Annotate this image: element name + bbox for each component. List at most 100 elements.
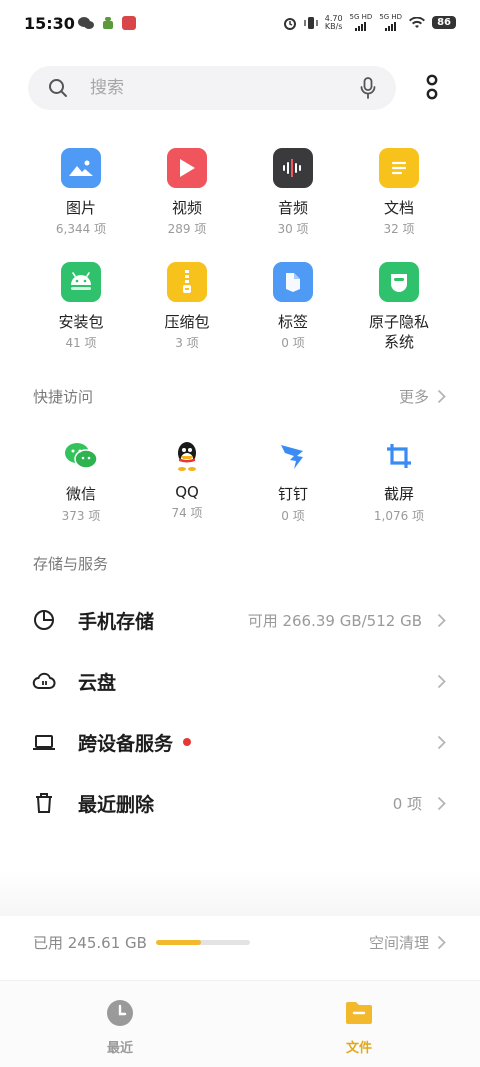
category-count: 0 项: [281, 336, 305, 350]
tab-label: 最近: [106, 1041, 133, 1056]
category-label: 图片: [65, 199, 96, 217]
status-time: 15:30: [24, 14, 75, 33]
audio-icon: [273, 148, 313, 188]
quick-item-dingtalk[interactable]: 钉钉 0 项: [240, 438, 346, 524]
category-count: 289 项: [167, 222, 207, 236]
quick-item-count: 1,076 项: [373, 509, 425, 523]
sim2-signal: 5G HD: [379, 14, 402, 31]
notification-dot: [183, 738, 192, 746]
category-count: 30 项: [277, 222, 309, 236]
category-count: 6,344 项: [55, 222, 107, 236]
tab-label: 文件: [345, 1041, 372, 1056]
crop-icon: [381, 438, 417, 474]
row-label: 跨设备服务: [78, 729, 192, 756]
archive-icon: [167, 262, 207, 302]
privacy-icon: [379, 262, 419, 302]
document-icon: [379, 148, 419, 188]
quick-item-label: 微信: [65, 485, 96, 503]
quick-access-title: 快捷访问: [33, 388, 94, 406]
sim1-signal: 5G HD: [350, 14, 372, 31]
android-notification-icon: [103, 17, 113, 29]
alarm-icon: [283, 17, 296, 30]
category-label: 安装包: [58, 313, 104, 331]
recently-deleted-row[interactable]: 最近删除 0 项: [0, 776, 480, 830]
search-icon: [49, 79, 67, 97]
wechat-notification-icon: [78, 17, 94, 29]
row-value: 0 项: [392, 794, 422, 813]
pie-chart-icon: [34, 610, 54, 630]
wifi-icon: [409, 16, 426, 28]
chevron-right-icon: [437, 674, 446, 688]
category-privacy[interactable]: 原子隐私 系统: [346, 260, 452, 360]
category-images[interactable]: 图片 6,344 项: [28, 146, 134, 246]
category-apks[interactable]: 安装包 41 项: [28, 260, 134, 360]
quick-item-label: 钉钉: [277, 485, 308, 503]
category-label: 压缩包: [164, 313, 210, 331]
search-input[interactable]: [90, 76, 340, 100]
app-notification-icon: [122, 16, 136, 30]
tab-files[interactable]: 文件: [319, 999, 399, 1056]
folder-icon: [346, 1002, 372, 1024]
battery-level: 86: [432, 16, 456, 29]
android-icon: [61, 262, 101, 302]
category-archives[interactable]: 压缩包 3 项: [134, 260, 240, 360]
image-icon: [61, 148, 101, 188]
clock-icon: [107, 1000, 133, 1026]
category-label: 标签: [277, 313, 308, 331]
quick-item-label: QQ: [175, 483, 199, 501]
wechat-icon: [63, 438, 99, 474]
video-icon: [167, 148, 207, 188]
row-label: 手机存储: [78, 610, 155, 633]
quick-item-qq[interactable]: QQ 74 项: [134, 438, 240, 524]
chevron-right-icon: [437, 796, 446, 810]
notification-icons: [78, 16, 136, 30]
category-label: 文档: [383, 199, 414, 217]
divider-band: [0, 870, 480, 916]
category-audio[interactable]: 音频 30 项: [240, 146, 346, 246]
category-documents[interactable]: 文档 32 项: [346, 146, 452, 246]
chevron-right-icon: [437, 935, 446, 950]
chevron-right-icon: [437, 613, 446, 627]
row-label: 最近删除: [78, 793, 155, 816]
cloud-drive-row[interactable]: 云盘: [0, 654, 480, 708]
storage-section-title: 存储与服务: [33, 555, 109, 573]
category-grid: 图片 6,344 项 视频 289 项 音频 30 项 文档 32 项 安装包 …: [28, 146, 452, 360]
dingtalk-icon: [275, 438, 311, 474]
category-count: 32 项: [383, 222, 415, 236]
trash-icon: [36, 793, 52, 813]
cross-device-row[interactable]: 跨设备服务: [0, 715, 480, 769]
quick-access-more-button[interactable]: 更多: [399, 386, 446, 407]
quick-item-label: 截屏: [383, 485, 414, 503]
quick-item-screenshots[interactable]: 截屏 1,076 项: [346, 438, 452, 524]
more-options-icon[interactable]: [424, 72, 440, 102]
cloud-icon: [32, 672, 56, 689]
category-label: 原子隐私 系统: [368, 313, 429, 351]
quick-item-count: 373 项: [61, 509, 101, 523]
microphone-icon[interactable]: [360, 77, 376, 99]
status-bar: 15:30 4.70 KB/s 5G HD 5G HD 86: [0, 0, 480, 52]
network-speed: 4.70 KB/s: [324, 13, 343, 31]
category-tags[interactable]: 标签 0 项: [240, 260, 346, 360]
quick-item-wechat[interactable]: 微信 373 项: [28, 438, 134, 524]
row-value: 可用 266.39 GB/512 GB: [247, 611, 422, 630]
usage-progress-fill: [156, 940, 202, 945]
usage-progress-bar: [156, 940, 250, 945]
bottom-tab-bar: 最近 文件: [0, 980, 480, 1067]
chevron-right-icon: [437, 389, 446, 404]
tab-recent[interactable]: 最近: [80, 999, 160, 1056]
quick-item-count: 0 项: [281, 509, 305, 523]
phone-storage-row[interactable]: 手机存储 可用 266.39 GB/512 GB: [0, 593, 480, 647]
category-videos[interactable]: 视频 289 项: [134, 146, 240, 246]
qq-icon: [169, 438, 205, 474]
tag-icon: [273, 262, 313, 302]
chevron-right-icon: [437, 735, 446, 749]
quick-access-list: 微信 373 项 QQ 74 项 钉钉 0 项 截屏 1,076 项: [28, 438, 452, 524]
category-label: 视频: [171, 199, 202, 217]
category-count: 3 项: [175, 336, 199, 350]
used-storage-text: 已用 245.61 GB: [33, 934, 147, 952]
category-count: 41 项: [65, 336, 97, 350]
vibrate-icon: [304, 16, 318, 29]
space-cleanup-button[interactable]: 空间清理: [369, 932, 446, 953]
search-bar[interactable]: [28, 66, 396, 110]
row-label: 云盘: [78, 671, 117, 694]
